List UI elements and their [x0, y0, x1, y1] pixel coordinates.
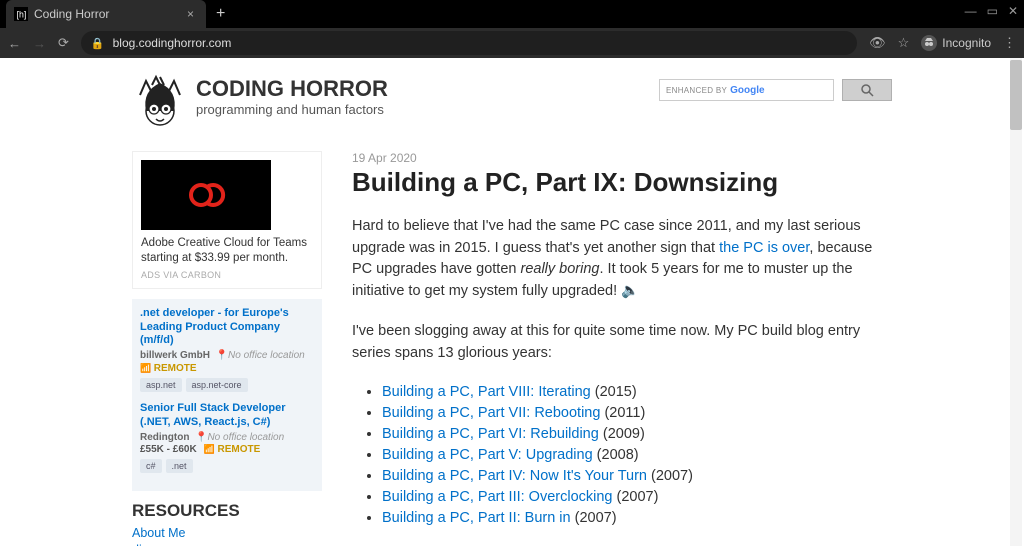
job-tag[interactable]: c# — [140, 459, 162, 473]
site-subtitle: programming and human factors — [196, 102, 388, 117]
svg-text:[h]: [h] — [17, 10, 27, 20]
site-header: CODING HORROR programming and human fact… — [132, 73, 892, 129]
carbon-ad[interactable]: Adobe Creative Cloud for Teams starting … — [132, 151, 322, 289]
new-tab-button[interactable]: + — [216, 5, 225, 23]
back-button[interactable]: ← — [8, 36, 21, 51]
list-item: Building a PC, Part VI: Rebuilding (2009… — [382, 424, 892, 445]
bookmark-star-icon[interactable]: ☆ — [898, 35, 910, 51]
job-tag[interactable]: .net — [166, 459, 193, 473]
list-item: Building a PC, Part VIII: Iterating (201… — [382, 382, 892, 403]
post-paragraph: Hard to believe that I've had the same P… — [352, 216, 892, 303]
url-input[interactable]: 🔒 blog.codinghorror.com — [81, 31, 857, 55]
list-item: Building a PC, Part V: Upgrading (2008) — [382, 445, 892, 466]
menu-icon[interactable]: ⋮ — [1003, 35, 1016, 51]
sidebar: Adobe Creative Cloud for Teams starting … — [132, 151, 322, 546]
reload-button[interactable]: ⟳ — [58, 35, 69, 51]
ad-image — [141, 160, 271, 230]
resources-section: RESOURCES About Me discourse.org — [132, 501, 322, 546]
list-item: Building a PC, Part III: Overclocking (2… — [382, 487, 892, 508]
list-item: Building a PC, Part II: Burn in (2007) — [382, 508, 892, 529]
incognito-label: Incognito — [942, 36, 991, 50]
resource-link[interactable]: About Me — [132, 525, 322, 543]
page-viewport: CODING HORROR programming and human fact… — [0, 58, 1024, 546]
site-logo[interactable] — [132, 73, 188, 129]
ad-carbon-label: ADS VIA CARBON — [141, 270, 313, 280]
search-button[interactable] — [842, 79, 892, 101]
incognito-badge[interactable]: Incognito — [921, 35, 991, 51]
job-meta: billwerk GmbH 📍No office location — [140, 350, 314, 361]
resources-heading: RESOURCES — [132, 501, 322, 521]
scrollbar-track[interactable] — [1010, 58, 1022, 546]
search-brand: Google — [730, 85, 764, 96]
ad-text: Adobe Creative Cloud for Teams starting … — [141, 236, 313, 266]
site-title[interactable]: CODING HORROR — [196, 76, 388, 102]
eye-off-icon[interactable]: 👁 — [869, 35, 886, 51]
lock-icon: 🔒 — [91, 37, 105, 50]
job-title-link[interactable]: .net developer - for Europe's Leading Pr… — [140, 307, 314, 348]
search-prefix: ENHANCED BY — [666, 86, 727, 95]
maximize-icon[interactable]: ▭ — [987, 4, 998, 18]
search-input[interactable]: ENHANCED BY Google — [659, 79, 834, 101]
job-salary-remote: £55K - £60K REMOTE — [140, 443, 314, 455]
job-meta: Redington 📍No office location — [140, 432, 314, 443]
list-item: Building a PC, Part VII: Rebooting (2011… — [382, 403, 892, 424]
job-remote-badge: REMOTE — [140, 363, 314, 374]
close-window-icon[interactable]: ✕ — [1008, 4, 1018, 18]
search-icon — [861, 84, 874, 97]
scrollbar-thumb[interactable] — [1010, 60, 1022, 130]
tab-title: Coding Horror — [34, 7, 183, 21]
close-tab-icon[interactable]: × — [183, 7, 198, 21]
job-listings: .net developer - for Europe's Leading Pr… — [132, 299, 322, 491]
post-date: 19 Apr 2020 — [352, 151, 892, 165]
inline-link[interactable]: the PC is over — [719, 240, 809, 256]
window-titlebar: [h] Coding Horror × + — ▭ ✕ — [0, 0, 1024, 28]
minimize-icon[interactable]: — — [965, 4, 977, 18]
forward-button[interactable]: → — [33, 36, 46, 51]
job-tag[interactable]: asp.net-core — [186, 378, 248, 392]
post-paragraph: I've been slogging away at this for quit… — [352, 321, 892, 365]
post-list: Building a PC, Part VIII: Iterating (201… — [382, 382, 892, 529]
job-title-link[interactable]: Senior Full Stack Developer (.NET, AWS, … — [140, 402, 314, 430]
job-listing: Senior Full Stack Developer (.NET, AWS, … — [140, 402, 314, 473]
incognito-icon — [921, 35, 937, 51]
favicon: [h] — [14, 7, 28, 21]
job-listing: .net developer - for Europe's Leading Pr… — [140, 307, 314, 392]
address-bar: ← → ⟳ 🔒 blog.codinghorror.com 👁 ☆ Incogn… — [0, 28, 1024, 58]
post-title[interactable]: Building a PC, Part IX: Downsizing — [352, 168, 892, 198]
resource-link[interactable]: discourse.org — [132, 542, 322, 546]
main-content: 19 Apr 2020 Building a PC, Part IX: Down… — [352, 151, 892, 546]
browser-tab[interactable]: [h] Coding Horror × — [6, 0, 206, 28]
job-tag[interactable]: asp.net — [140, 378, 182, 392]
url-text: blog.codinghorror.com — [113, 36, 232, 50]
list-item: Building a PC, Part IV: Now It's Your Tu… — [382, 466, 892, 487]
